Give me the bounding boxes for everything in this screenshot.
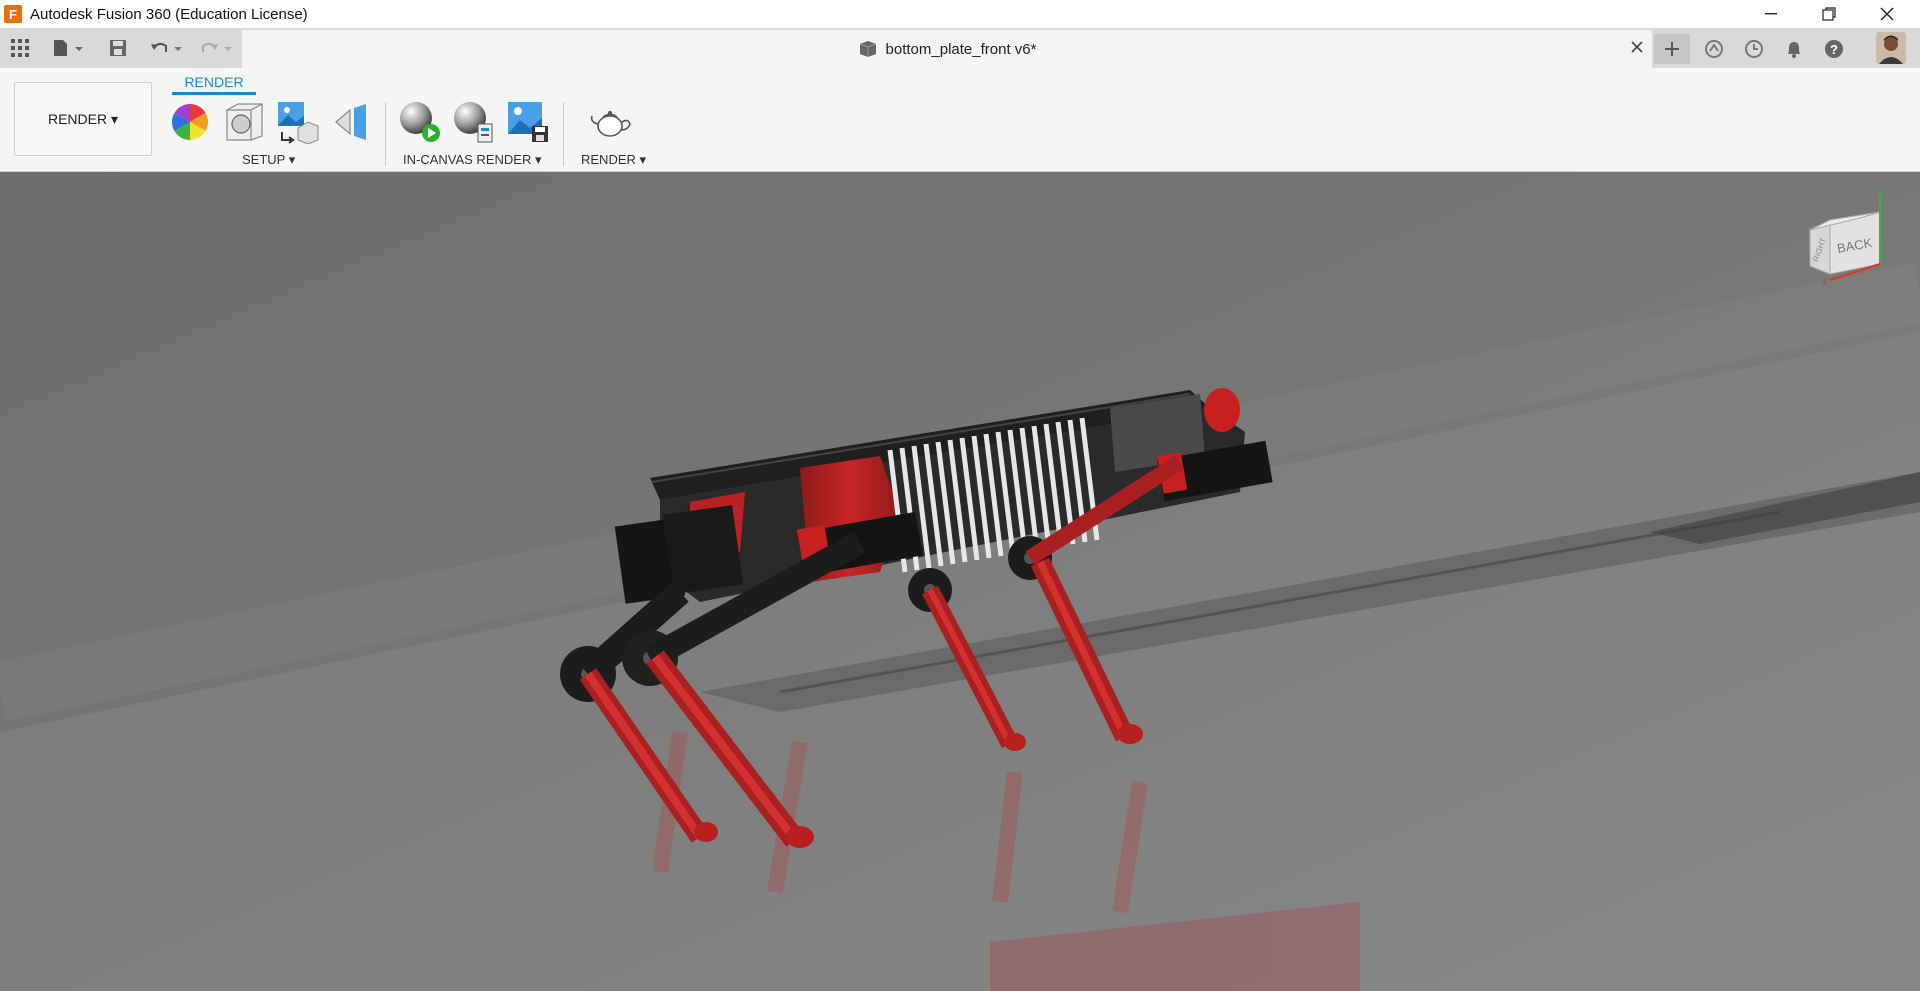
- avatar-icon: [1876, 32, 1906, 64]
- document-title: bottom_plate_front v6*: [885, 40, 1037, 58]
- in-canvas-render-settings-tool[interactable]: [452, 100, 496, 144]
- render-sphere-play-icon: [400, 102, 440, 142]
- color-wheel-icon: [171, 104, 209, 140]
- viewcube[interactable]: BACK RIGHT Y X: [1806, 188, 1896, 298]
- save-button[interactable]: [104, 34, 132, 62]
- ribbon-toolbar: RENDER ▾ RENDER SETUP ▾ IN-CANVAS RENDER…: [0, 68, 1920, 172]
- notifications-button[interactable]: [1776, 34, 1812, 64]
- svg-text:?: ?: [1830, 42, 1838, 57]
- restore-button[interactable]: [1800, 0, 1857, 28]
- undo-button[interactable]: [146, 34, 186, 62]
- user-avatar[interactable]: [1870, 31, 1912, 65]
- group-label-setup[interactable]: SETUP ▾: [242, 152, 295, 168]
- appearance-tool[interactable]: [168, 100, 212, 144]
- texture-map-tool[interactable]: [276, 100, 320, 144]
- extensions-icon: [1705, 40, 1723, 58]
- redo-icon: [202, 42, 232, 52]
- capture-image-tool[interactable]: [506, 100, 550, 144]
- close-tab-button[interactable]: [1630, 38, 1644, 59]
- extensions-button[interactable]: [1696, 34, 1732, 64]
- close-window-button[interactable]: [1858, 0, 1915, 28]
- workspace-switcher-button[interactable]: RENDER ▾: [14, 82, 152, 156]
- redo-button[interactable]: [196, 34, 236, 62]
- document-tab[interactable]: bottom_plate_front v6*: [242, 30, 1652, 68]
- help-icon: ?: [1825, 40, 1843, 58]
- group-label-in-canvas-render[interactable]: IN-CANVAS RENDER ▾: [403, 152, 541, 168]
- minimize-icon: [1764, 13, 1777, 15]
- undo-icon: [151, 42, 182, 52]
- teapot-icon: [590, 111, 631, 137]
- restore-icon: [1821, 7, 1836, 21]
- close-icon: [1880, 7, 1893, 21]
- close-icon: [1631, 41, 1643, 53]
- window-title: Autodesk Fusion 360 (Education License): [30, 5, 308, 23]
- render-tool[interactable]: [588, 100, 632, 144]
- in-canvas-render-tool[interactable]: [398, 100, 442, 144]
- group-label-render[interactable]: RENDER ▾: [581, 152, 646, 168]
- texture-map-icon: [278, 102, 319, 144]
- clock-icon: [1745, 40, 1763, 58]
- render-sphere-settings-icon: [454, 102, 493, 143]
- bell-icon: [1788, 42, 1800, 58]
- plus-icon: [1665, 42, 1679, 56]
- component-icon: [859, 41, 876, 57]
- grid-icon: [11, 39, 29, 57]
- viewcube-icon: BACK RIGHT Y X: [1809, 189, 1884, 287]
- robot-dog-model: [0, 172, 1920, 991]
- help-button[interactable]: ?: [1816, 34, 1852, 64]
- canvas-viewport[interactable]: BACK RIGHT Y X: [0, 172, 1920, 991]
- ribbon-separator: [563, 102, 564, 166]
- fusion-logo-icon: F: [4, 5, 22, 23]
- file-menu-button[interactable]: [48, 34, 88, 62]
- data-panel-button[interactable]: [8, 34, 32, 62]
- job-status-button[interactable]: [1736, 34, 1772, 64]
- viewcube-axis-x: X: [1822, 278, 1828, 287]
- decal-tool[interactable]: [330, 100, 374, 144]
- document-tab-row: bottom_plate_front v6* ?: [0, 28, 1920, 68]
- save-icon: [110, 40, 126, 56]
- scene-settings-tool[interactable]: [222, 100, 266, 144]
- title-bar: F Autodesk Fusion 360 (Education License…: [0, 0, 1920, 28]
- viewcube-axis-y: Y: [1878, 189, 1884, 198]
- ribbon-separator: [385, 102, 386, 166]
- minimize-button[interactable]: [1742, 0, 1799, 28]
- file-icon: [54, 40, 83, 56]
- tab-render[interactable]: RENDER: [172, 74, 256, 95]
- scene-settings-icon: [226, 103, 263, 141]
- capture-image-icon: [508, 102, 548, 142]
- decal-icon: [335, 104, 366, 140]
- new-tab-button[interactable]: [1654, 34, 1690, 64]
